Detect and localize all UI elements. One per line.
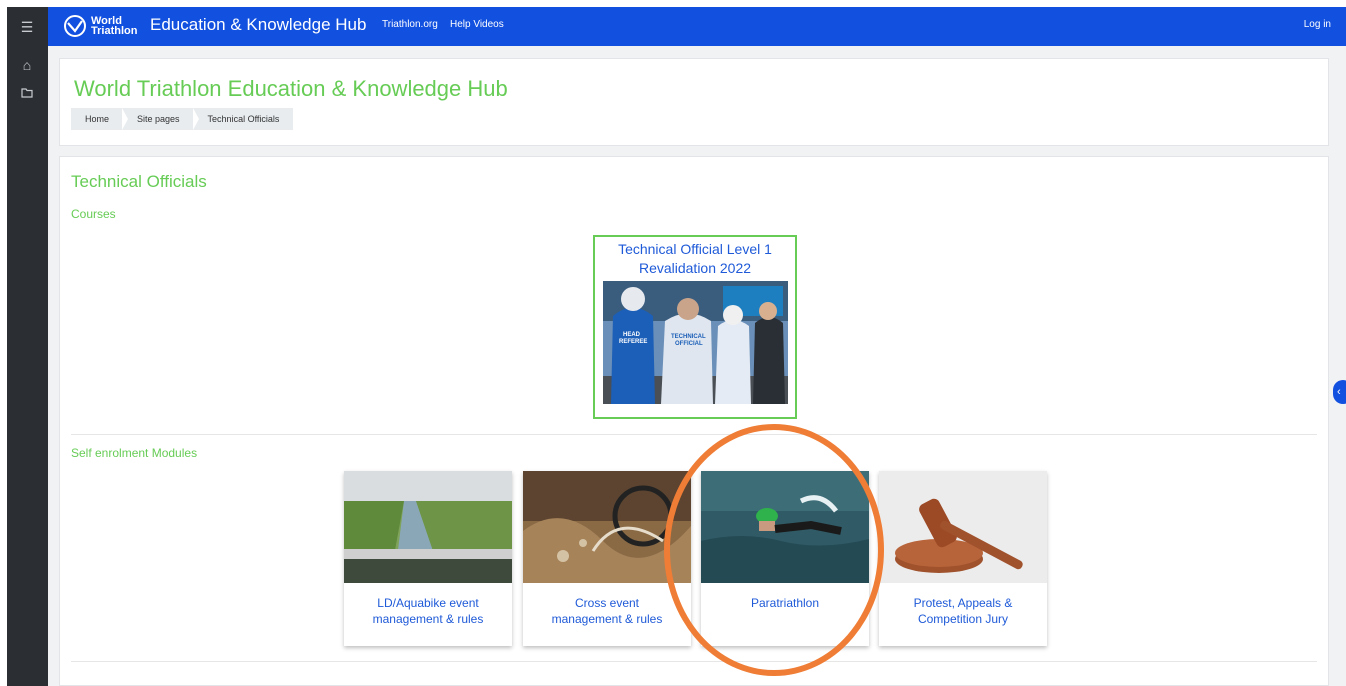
svg-text:HEAD: HEAD — [623, 332, 641, 338]
course-title[interactable]: Technical Official Level 1 Revalidation … — [595, 240, 795, 278]
module-card-protest-appeals[interactable]: Protest, Appeals & Competition Jury — [879, 471, 1047, 646]
module-title[interactable]: Cross event management & rules — [523, 595, 691, 627]
logo-text-triathlon: Triathlon — [91, 25, 138, 37]
page-header: World Triathlon Education & Knowledge Hu… — [59, 58, 1329, 146]
breadcrumb-home[interactable]: Home — [71, 108, 129, 130]
module-title-line2: Competition Jury — [917, 612, 1009, 626]
module-image-gavel[interactable] — [879, 471, 1047, 583]
nav-link-triathlon-org[interactable]: Triathlon.org — [382, 19, 438, 30]
chevron-left-icon: ‹ — [1337, 386, 1341, 398]
modules-heading: Self enrolment Modules — [71, 446, 198, 460]
home-icon[interactable]: ⌂ — [17, 55, 37, 75]
page-title: World Triathlon Education & Knowledge Hu… — [74, 76, 508, 101]
module-title-line1: Cross event — [574, 596, 640, 610]
module-image-canal[interactable] — [344, 471, 512, 583]
top-navbar: World Triathlon Education & Knowledge Hu… — [48, 7, 1346, 46]
world-triathlon-logo[interactable]: World Triathlon — [63, 11, 137, 41]
triathlon-logo-icon — [64, 15, 86, 37]
left-drawer-bar: ☰ ⌂ — [7, 7, 48, 686]
section-divider — [71, 434, 1317, 435]
section-title: Technical Officials — [71, 172, 207, 191]
folder-icon[interactable] — [17, 83, 37, 103]
module-title-line2: management & rules — [372, 612, 484, 626]
drawer-toggle-button[interactable]: ‹ — [1333, 380, 1346, 404]
course-title-line2: Revalidation 2022 — [638, 260, 752, 276]
breadcrumb: Home Site pages Technical Officials — [71, 108, 294, 130]
module-card-ld-aquabike[interactable]: LD/Aquabike event management & rules — [344, 471, 512, 646]
svg-text:OFFICIAL: OFFICIAL — [675, 341, 703, 347]
site-name-link[interactable]: Education & Knowledge Hub — [150, 15, 366, 35]
module-title[interactable]: LD/Aquabike event management & rules — [344, 595, 512, 627]
module-title-line1: Protest, Appeals & — [913, 596, 1013, 610]
breadcrumb-technical-officials[interactable]: Technical Officials — [194, 108, 294, 130]
highlight-circle-annotation — [664, 424, 884, 676]
breadcrumb-site-pages[interactable]: Site pages — [123, 108, 199, 130]
course-card-to-level1[interactable]: Technical Official Level 1 Revalidation … — [593, 235, 797, 419]
module-title[interactable]: Protest, Appeals & Competition Jury — [879, 595, 1047, 627]
menu-icon[interactable]: ☰ — [17, 17, 37, 37]
course-title-line1: Technical Official Level 1 — [618, 241, 772, 257]
login-link[interactable]: Log in — [1304, 19, 1331, 30]
module-title-line2: management & rules — [551, 612, 663, 626]
svg-text:TECHNICAL: TECHNICAL — [671, 334, 706, 340]
module-title-line1: LD/Aquabike event — [377, 596, 479, 610]
app-window: ☰ ⌂ World Triathlon Education & Knowledg… — [0, 0, 1346, 686]
courses-heading: Courses — [71, 207, 116, 221]
course-image-officials[interactable]: HEAD REFEREE TECHNICAL OFFICIAL — [603, 281, 788, 404]
svg-text:REFEREE: REFEREE — [619, 339, 647, 345]
nav-link-help-videos[interactable]: Help Videos — [450, 19, 504, 30]
bottom-divider — [71, 661, 1317, 662]
